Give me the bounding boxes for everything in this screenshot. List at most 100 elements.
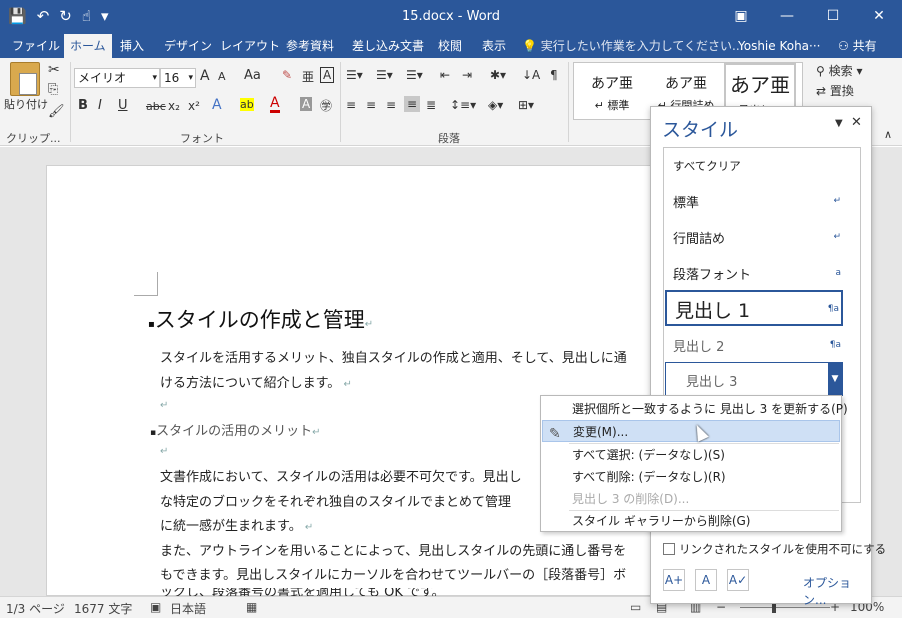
numbering-icon[interactable]: ☰▾ [376,68,393,82]
paragraph-1-line-1[interactable]: スタイルを活用するメリット、独自スタイルの作成と適用、そして、見出しに通 [160,347,627,366]
paste-button[interactable]: 貼り付け [4,96,48,112]
checkbox[interactable] [663,543,675,555]
pane-close-icon[interactable]: ✕ [851,115,862,130]
menu-modify[interactable]: ✎ 変更(M)... [542,420,840,442]
ribbon-display-options-icon[interactable]: ▣ [718,0,764,34]
collapse-ribbon-icon[interactable]: ∧ [884,128,892,141]
menu-select-all[interactable]: すべて選択: (データなし)(S) [542,444,840,466]
justify-icon[interactable]: ≡ [404,96,421,112]
grow-font-button[interactable]: A [200,68,210,84]
minimize-button[interactable]: — [764,0,810,34]
tab-home[interactable]: ホーム [64,34,112,58]
align-left-icon[interactable]: ≡ [346,98,356,112]
menu-update-to-match[interactable]: 選択個所と一致するように 見出し 3 を更新する(P) [542,398,848,420]
tab-layout[interactable]: レイアウト [214,37,286,55]
new-style-icon[interactable]: A+ [663,569,685,591]
pane-options-icon[interactable]: ▼ [835,118,843,129]
close-button[interactable]: ✕ [856,0,902,34]
text-effects-icon[interactable]: A [212,97,222,113]
style-paragraph-font[interactable]: 段落フォント a [665,256,843,290]
align-center-icon[interactable]: ≡ [366,98,376,112]
disable-linked-styles-checkbox[interactable]: リンクされたスタイルを使用不可にする [663,541,886,557]
heading-1[interactable]: ▪スタイルの作成と管理↵ [148,304,373,334]
tab-review[interactable]: 校閲 [432,37,468,55]
font-size-combo[interactable]: 16 ▾ [160,68,196,88]
cut-icon[interactable]: ✂ [48,62,60,78]
decrease-indent-icon[interactable]: ⇤ [440,68,450,82]
style-heading-2[interactable]: 見出し 2 ¶a [665,328,843,362]
increase-indent-icon[interactable]: ⇥ [462,68,472,82]
manage-styles-icon[interactable]: A✓ [727,569,749,591]
sort-icon[interactable]: ↓A [522,68,540,82]
tab-mailings[interactable]: 差し込み文書 [346,37,430,55]
tab-design[interactable]: デザイン [158,37,218,55]
tell-me-search[interactable]: 💡 実行したい作業を入力してください... [522,37,743,55]
style-dropdown-button[interactable]: ▼ [828,363,842,395]
options-link[interactable]: オプション... [803,574,871,608]
character-shading-icon[interactable]: A [300,97,313,111]
tab-references[interactable]: 参考資料 [280,37,340,55]
style-inspector-icon[interactable]: A [695,569,717,591]
bold-button[interactable]: B [78,98,88,113]
bullets-icon[interactable]: ☰▾ [346,68,363,82]
font-color-icon[interactable]: A [270,96,280,113]
change-case-button[interactable]: Aa [244,68,261,83]
show-marks-icon[interactable]: ¶ [550,68,558,82]
style-normal[interactable]: 標準 ↵ [665,184,843,218]
language[interactable]: 日本語 [170,600,206,617]
align-right-icon[interactable]: ≡ [386,98,396,112]
paragraph-2-line-1[interactable]: 文書作成において、スタイルの活用は必要不可欠です。見出し [160,466,522,485]
clear-formatting-icon[interactable]: ✎ [282,68,292,82]
copy-icon[interactable]: ⎘ [48,82,58,97]
menu-remove-from-gallery[interactable]: スタイル ギャラリーから削除(G) [542,510,840,532]
borders-icon[interactable]: ⊞▾ [518,98,534,112]
heading-2[interactable]: ▪スタイルの活用のメリット↵ [150,420,321,439]
paragraph-2-line-3[interactable]: に統一感が生まれます。 ↵ [160,515,313,534]
modify-style-icon: ✎ [549,426,561,442]
share-button[interactable]: ⚇ 共有 [838,37,877,55]
enclose-characters-icon[interactable]: ㊫ [320,97,332,114]
paragraph-mark-icon: ↵ [833,232,841,242]
asian-layout-icon[interactable]: ✱▾ [490,68,506,82]
italic-button[interactable]: I [98,98,102,113]
highlight-icon[interactable]: ab [240,98,254,111]
word-count[interactable]: 1677 文字 [74,600,132,617]
shading-icon[interactable]: ◈▾ [488,98,503,112]
page-count[interactable]: 1/3 ページ [6,600,65,617]
paragraph-3-line-3[interactable]: ックし、段落番号の書式を適用しても OK です。 [160,588,445,596]
paragraph-1-line-2[interactable]: ける方法について紹介します。 ↵ [160,372,352,391]
paste-icon[interactable] [10,62,40,96]
format-painter-icon[interactable]: 🖌 [48,104,65,119]
strikethrough-button[interactable]: abc [146,100,166,113]
font-name-combo[interactable]: メイリオ ▾ [74,68,160,88]
character-border-icon[interactable]: A [320,67,335,83]
find-button[interactable]: ⚲ 検索 ▾ [816,62,862,79]
user-name[interactable]: Yoshie Koha··· [738,37,820,55]
replace-button[interactable]: ⇄ 置換 [816,82,854,99]
tab-file[interactable]: ファイル [6,37,66,55]
style-clear-all[interactable]: すべてクリア [665,150,843,184]
proofing-icon[interactable]: ▣ [150,600,161,614]
gallery-style-normal[interactable]: あア亜 ↵ 標準 [576,63,648,119]
shrink-font-button[interactable]: A [218,70,226,83]
menu-clear-all[interactable]: すべて削除: (データなし)(R) [542,466,840,488]
underline-button[interactable]: U [118,98,128,113]
tab-view[interactable]: 表示 [476,37,512,55]
paragraph-3-line-1[interactable]: また、アウトラインを用いることによって、見出しスタイルの先頭に通し番号を [160,540,626,559]
paragraph-3-line-2[interactable]: もできます。見出しスタイルにカーソルを合わせてツールバーの［段落番号］ボ [160,564,626,583]
phonetic-guide-icon[interactable]: 亜 [302,68,314,85]
superscript-button[interactable]: x² [188,99,200,113]
subscript-button[interactable]: x₂ [168,99,180,113]
tab-insert[interactable]: 挿入 [114,37,150,55]
macro-record-icon[interactable]: ▦ [246,600,257,614]
multilevel-list-icon[interactable]: ☰▾ [406,68,423,82]
clipboard-group-label: クリップ... [6,132,61,145]
paragraph-2-line-2[interactable]: な特定のブロックをそれぞれ独自のスタイルでまとめて管理 [160,491,511,510]
style-heading-3[interactable]: 見出し 3 ▼ [665,362,843,396]
distributed-icon[interactable]: ≣ [426,98,436,112]
read-mode-icon[interactable]: ▭ [630,600,641,614]
line-spacing-icon[interactable]: ↕≡▾ [450,98,476,112]
style-no-spacing[interactable]: 行間詰め ↵ [665,220,843,254]
maximize-button[interactable]: ☐ [810,0,856,34]
style-heading-1[interactable]: 見出し 1 ¶a [665,290,843,326]
